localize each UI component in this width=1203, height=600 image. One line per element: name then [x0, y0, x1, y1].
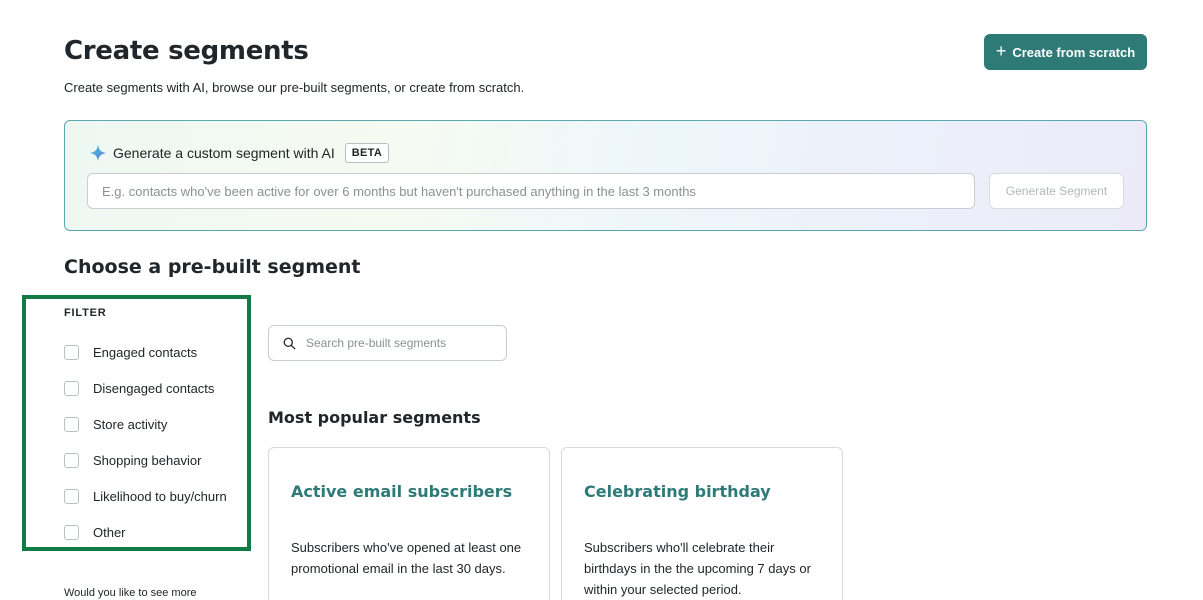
sparkle-icon	[89, 144, 107, 162]
filter-checkbox[interactable]	[64, 452, 79, 468]
segment-card-description: Subscribers who've opened at least one p…	[291, 540, 522, 576]
most-popular-title: Most popular segments	[268, 408, 481, 427]
segment-card-celebrating-birthday[interactable]: Celebrating birthday Subscribers who'll …	[561, 447, 843, 600]
filter-checkbox[interactable]	[64, 488, 79, 504]
filter-item-label: Store activity	[93, 416, 168, 432]
filter-item-label: Engaged contacts	[93, 344, 198, 360]
beta-badge: BETA	[344, 143, 390, 163]
ai-heading-text: Generate a custom segment with AI	[113, 145, 335, 161]
ai-heading: Generate a custom segment with AI BETA	[89, 143, 390, 163]
segment-card-title: Celebrating birthday	[584, 482, 771, 501]
page-title: Create segments	[64, 36, 309, 66]
segment-card-title: Active email subscribers	[291, 482, 513, 501]
create-from-scratch-button[interactable]: + Create from scratch	[984, 34, 1147, 70]
filter-item-label: Likelihood to buy/churn	[93, 488, 227, 504]
page-subtitle: Create segments with AI, browse our pre-…	[64, 80, 525, 95]
ai-segment-panel: Generate a custom segment with AI BETA G…	[64, 120, 1147, 231]
search-icon	[283, 337, 296, 349]
filter-item-engaged-contacts[interactable]: Engaged contacts	[64, 334, 227, 370]
generate-segment-button[interactable]: Generate Segment	[989, 173, 1124, 209]
segment-card-active-email-subscribers[interactable]: Active email subscribers Subscribers who…	[268, 447, 550, 600]
filter-label: FILTER	[64, 307, 107, 319]
filter-item-other[interactable]: Other	[64, 514, 227, 550]
filter-item-label: Other	[93, 524, 126, 540]
see-more-text: Would you like to see more	[64, 587, 197, 599]
prebuilt-section-title: Choose a pre-built segment	[64, 256, 361, 278]
filter-checkbox[interactable]	[64, 524, 79, 540]
create-segments-page: Create segments Create segments with AI,…	[0, 0, 1203, 600]
segment-card-description: Subscribers who'll celebrate their birth…	[584, 540, 811, 597]
filter-item-store-activity[interactable]: Store activity	[64, 406, 227, 442]
search-prebuilt-input[interactable]	[306, 336, 496, 350]
filter-item-label: Shopping behavior	[93, 452, 202, 468]
filter-checkbox[interactable]	[64, 416, 79, 432]
filter-item-shopping-behavior[interactable]: Shopping behavior	[64, 442, 227, 478]
search-prebuilt-box[interactable]	[268, 325, 507, 361]
create-from-scratch-label: Create from scratch	[1012, 44, 1136, 60]
ai-prompt-input[interactable]	[87, 173, 975, 209]
filter-item-likelihood[interactable]: Likelihood to buy/churn	[64, 478, 227, 514]
filter-checkbox[interactable]	[64, 344, 79, 360]
filter-item-disengaged-contacts[interactable]: Disengaged contacts	[64, 370, 227, 406]
plus-icon: +	[995, 41, 1007, 61]
filter-list: Engaged contacts Disengaged contacts Sto…	[64, 334, 227, 550]
filter-item-label: Disengaged contacts	[93, 380, 215, 396]
filter-checkbox[interactable]	[64, 380, 79, 396]
